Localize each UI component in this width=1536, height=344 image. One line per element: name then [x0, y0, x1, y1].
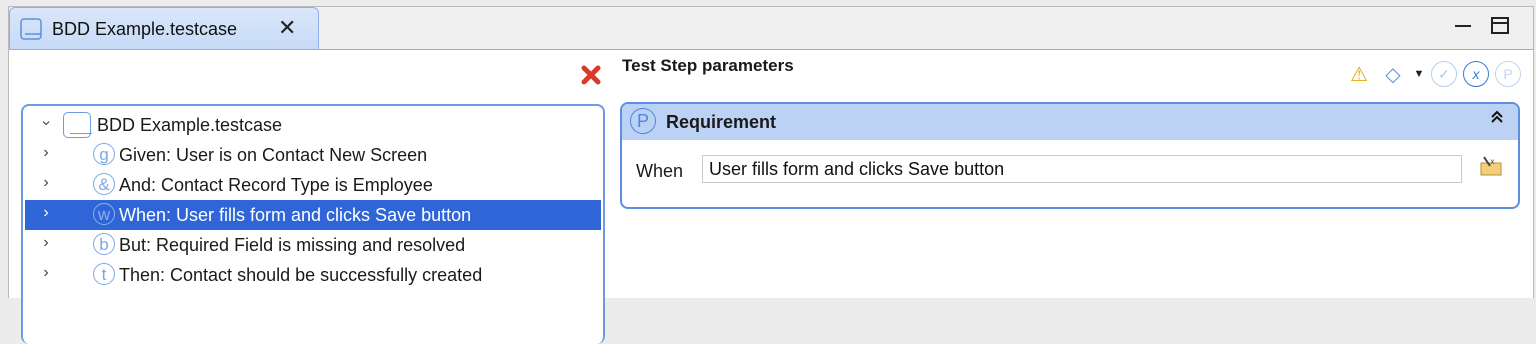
chevron-right-icon[interactable]: ›: [39, 204, 53, 222]
tree-item-given[interactable]: › g Given: User is on Contact New Screen: [23, 140, 603, 170]
check-add-icon[interactable]: ✓: [1431, 61, 1457, 87]
chevron-right-icon[interactable]: ›: [39, 144, 53, 162]
edit-parameter-icon[interactable]: x: [1476, 154, 1506, 182]
chevron-right-icon[interactable]: ›: [39, 234, 53, 252]
function-icon[interactable]: x: [1463, 61, 1489, 87]
svg-text:x: x: [1490, 157, 1495, 166]
bdd-tree: › BDD Example.testcase › g Given: User i…: [21, 104, 605, 344]
tree-item-then[interactable]: › t Then: Contact should be successfully…: [23, 260, 603, 290]
and-icon: &: [93, 173, 115, 195]
tab-bar: BDD Example.testcase ✕: [9, 7, 1533, 49]
panel-toolbar: ⚠ ◇ ▼ ✓ x P: [1345, 58, 1521, 90]
tree-item-and[interactable]: › & And: Contact Record Type is Employee: [23, 170, 603, 200]
chevron-right-icon[interactable]: ›: [39, 174, 53, 192]
tree-item-label: And: Contact Record Type is Employee: [119, 175, 433, 195]
section-title: Requirement: [666, 112, 777, 132]
tree-item-but[interactable]: › b But: Required Field is missing and r…: [23, 230, 603, 260]
section-header[interactable]: P Requirement: [622, 104, 1518, 140]
field-label: When: [636, 161, 684, 181]
maximize-icon[interactable]: [1491, 17, 1509, 34]
editor-content: › BDD Example.testcase › g Given: User i…: [9, 49, 1533, 344]
testcase-icon: [63, 112, 92, 138]
but-icon: b: [93, 233, 115, 255]
when-field[interactable]: [702, 155, 1462, 183]
chevron-right-icon[interactable]: ›: [39, 264, 53, 282]
then-icon: t: [93, 263, 115, 285]
chevron-down-icon[interactable]: ›: [37, 116, 55, 130]
testcase-icon: [20, 18, 42, 40]
tree-item-label: But: Required Field is missing and resol…: [119, 235, 466, 255]
when-icon: w: [93, 203, 115, 225]
tree-item-label: Then: Contact should be successfully cre…: [119, 265, 483, 285]
parameter-add-icon[interactable]: P: [1495, 61, 1521, 87]
tab-title: BDD Example.testcase: [52, 19, 238, 39]
tab-bdd-example[interactable]: BDD Example.testcase ✕: [9, 7, 319, 49]
tree-item-label: When: User fills form and clicks Save bu…: [119, 205, 472, 225]
dropdown-arrow-icon[interactable]: ▼: [1413, 60, 1425, 88]
editor-window: BDD Example.testcase ✕ › BDD Example.tes…: [8, 6, 1534, 344]
tree-root-label: BDD Example.testcase: [97, 115, 283, 135]
remove-icon[interactable]: [580, 64, 602, 86]
collapse-icon[interactable]: [1490, 108, 1504, 129]
panel-title: Test Step parameters: [622, 56, 794, 75]
tree-item-label: Given: User is on Contact New Screen: [119, 145, 428, 165]
minimize-icon[interactable]: [1455, 17, 1471, 27]
warning-add-icon[interactable]: ⚠: [1345, 60, 1373, 88]
close-icon[interactable]: ✕: [278, 16, 296, 40]
given-icon: g: [93, 143, 115, 165]
tree-root[interactable]: › BDD Example.testcase: [23, 110, 603, 140]
tree-item-when[interactable]: › w When: User fills form and clicks Sav…: [25, 200, 601, 230]
requirement-section: P Requirement When x: [620, 102, 1520, 209]
parameter-icon: P: [630, 108, 656, 134]
tag-icon[interactable]: ◇: [1379, 60, 1407, 88]
